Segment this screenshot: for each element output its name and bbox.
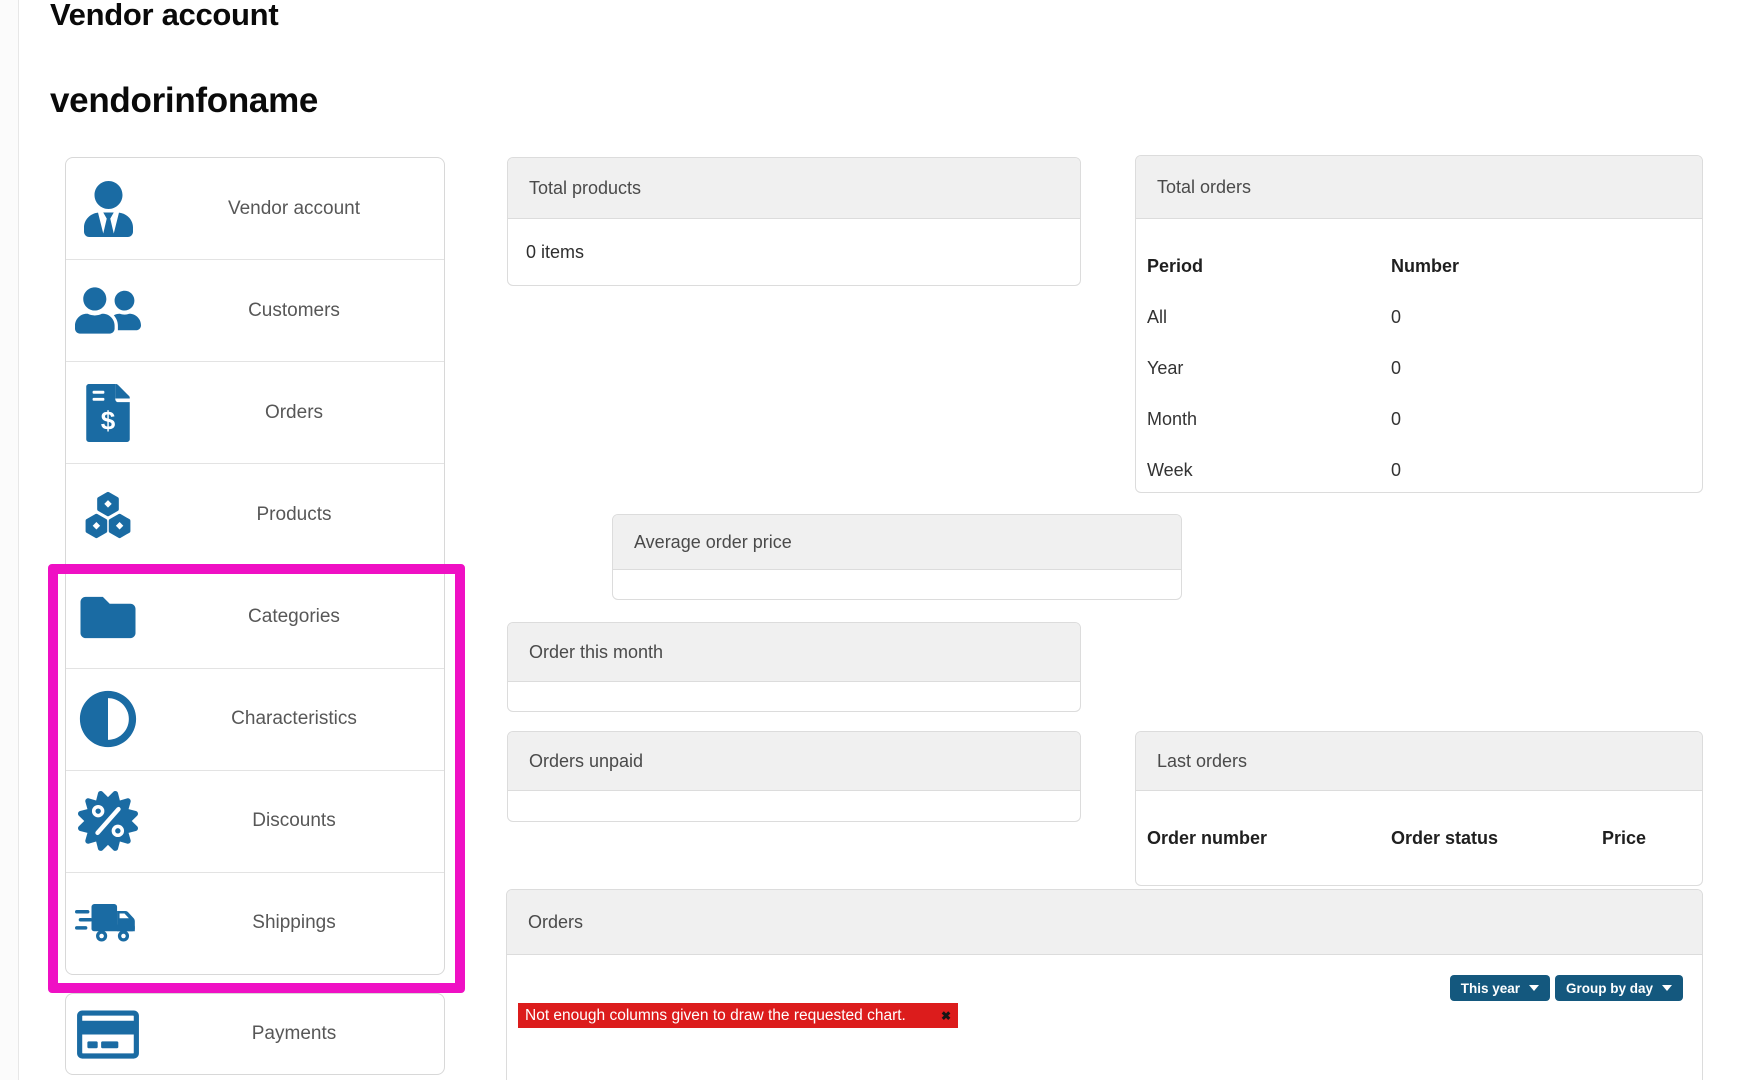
period-filter-dropdown[interactable]: This year [1450,975,1550,1001]
sidebar-item-label: Customers [144,300,444,322]
period-cell: Week [1147,460,1391,481]
total-orders-table: Period Number All 0 Year 0 Month 0 Week … [1136,219,1702,496]
column-header: Number [1391,256,1459,277]
table-row: Week 0 [1147,445,1702,496]
error-message: Not enough columns given to draw the req… [525,1007,906,1025]
total-orders-panel: Total orders Period Number All 0 Year 0 … [1135,155,1703,493]
last-orders-panel: Last orders Order number Order status Pr… [1135,731,1703,886]
groupby-filter-dropdown[interactable]: Group by day [1555,975,1683,1001]
sidebar-item-discounts[interactable]: Discounts [66,770,444,872]
panel-title: Order this month [508,623,1080,682]
chevron-down-icon [1529,985,1539,991]
last-orders-table-header: Order number Order status Price [1136,791,1702,886]
period-cell: All [1147,307,1391,328]
column-header: Order status [1391,828,1602,849]
total-products-value: 0 items [508,219,1080,285]
sidebar-item-payments[interactable]: Payments [65,993,445,1075]
number-cell: 0 [1391,307,1401,328]
sidebar-item-label: Characteristics [144,708,444,730]
panel-title: Last orders [1136,732,1702,791]
orders-chart-panel: Orders This year Group by day Not enough… [506,889,1703,1080]
sidebar-item-characteristics[interactable]: Characteristics [66,668,444,770]
order-this-month-panel: Order this month [507,622,1081,712]
panel-title: Total orders [1136,156,1702,219]
sidebar-item-label: Products [144,504,444,526]
number-cell: 0 [1391,358,1401,379]
table-row: Month 0 [1147,394,1702,445]
vendor-dashboard-page: Vendor account vendorinfoname Vendor acc… [0,0,1742,1080]
column-header: Order number [1147,828,1391,849]
number-cell: 0 [1391,460,1401,481]
column-header: Price [1602,828,1646,849]
number-cell: 0 [1391,409,1401,430]
average-order-price-panel: Average order price [612,514,1182,600]
sidebar-item-shippings[interactable]: Shippings [66,872,444,974]
groupby-filter-label: Group by day [1566,981,1653,996]
sidebar-item-label: Payments [144,1023,444,1045]
sidebar-item-label: Orders [144,402,444,424]
chevron-down-icon [1662,985,1672,991]
sidebar-item-orders[interactable]: $ Orders [66,361,444,463]
badge-percent-icon [72,791,144,851]
vendor-name-heading: vendorinfoname [50,78,318,124]
period-filter-label: This year [1461,981,1520,996]
truck-icon [72,896,144,950]
sidebar-item-label: Shippings [144,912,444,934]
sidebar-item-label: Categories [144,606,444,628]
total-products-panel: Total products 0 items [507,157,1081,286]
credit-card-icon [72,1007,144,1062]
file-invoice-dollar-icon: $ [72,384,144,442]
panel-title: Orders unpaid [508,732,1080,791]
cubes-icon [72,487,144,543]
period-cell: Year [1147,358,1391,379]
table-header-row: Period Number [1147,241,1702,292]
page-left-gutter [0,0,19,1080]
sidebar-item-categories[interactable]: Categories [66,566,444,668]
period-cell: Month [1147,409,1391,430]
panel-title: Total products [508,158,1080,219]
sidebar-item-products[interactable]: Products [66,463,444,565]
page-title: Vendor account [50,0,278,36]
close-icon[interactable]: ✖ [941,1010,951,1022]
sidebar-item-vendor-account[interactable]: Vendor account [66,158,444,259]
panel-title: Average order price [613,515,1181,570]
sidebar-item-label: Discounts [144,810,444,832]
chart-filters: This year Group by day [507,975,1702,1001]
svg-text:$: $ [101,405,116,435]
table-row: Year 0 [1147,343,1702,394]
chart-error-banner: Not enough columns given to draw the req… [518,1003,958,1028]
user-friends-icon [72,284,144,337]
orders-unpaid-panel: Orders unpaid [507,731,1081,822]
table-row: All 0 [1147,292,1702,343]
user-tie-icon [72,181,144,237]
sidebar-item-customers[interactable]: Customers [66,259,444,361]
sidebar-item-label: Vendor account [144,198,444,220]
half-circle-icon [72,690,144,748]
folder-icon [72,590,144,645]
column-header: Period [1147,256,1391,277]
sidebar: Vendor account Customers $ Orders [65,157,445,975]
panel-title: Orders [507,890,1702,955]
